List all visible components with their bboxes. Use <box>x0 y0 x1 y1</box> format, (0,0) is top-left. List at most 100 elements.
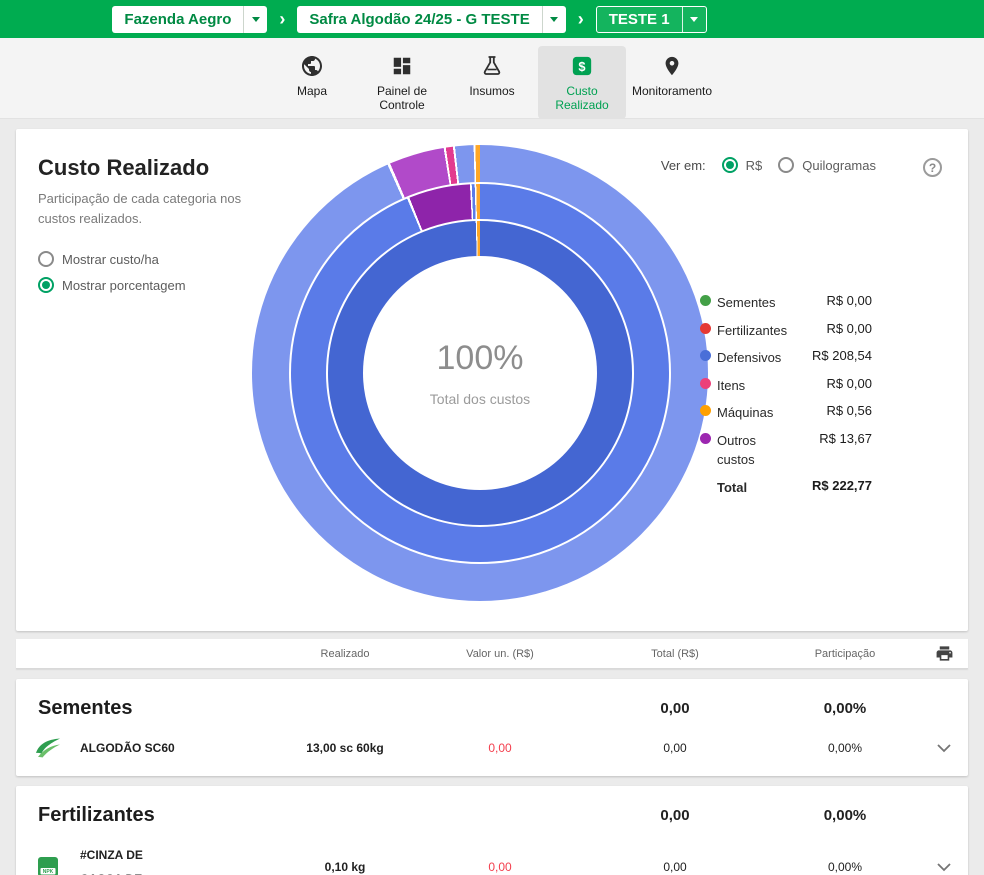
chart-legend: Sementes R$ 0,00 Fertilizantes R$ 0,00 D… <box>700 293 872 505</box>
column-participacao: Participação <box>770 648 920 660</box>
radio-quilogramas[interactable]: Quilogramas <box>778 157 876 173</box>
harvest-selector-label: Safra Algodão 24/25 - G TESTE <box>297 6 541 33</box>
legend-value: R$ 0,00 <box>826 376 872 391</box>
cost-table-header: Realizado Valor un. (R$) Total (R$) Part… <box>16 639 968 669</box>
item-name: #CINZA DE CASCA DE <box>80 843 185 875</box>
tab-label: Mapa <box>297 84 327 98</box>
tab-label: Custo Realizado <box>544 84 620 113</box>
tab-mapa[interactable]: Mapa <box>268 46 356 104</box>
group-card-fertilizantes: Fertilizantes 0,00 0,00% NPK #CINZA DE C… <box>16 786 968 875</box>
legend-label: Máquinas <box>717 403 773 423</box>
field-selector[interactable]: TESTE 1 <box>596 6 707 33</box>
help-icon[interactable]: ? <box>923 158 942 177</box>
radio-icon[interactable] <box>778 157 794 173</box>
tab-insumos[interactable]: Insumos <box>448 46 536 104</box>
group-participation: 0,00% <box>770 700 920 717</box>
item-unit-value: 0,00 <box>420 860 580 874</box>
legend-item-maquinas: Máquinas R$ 0,56 <box>700 403 872 423</box>
tab-label: Insumos <box>469 84 514 98</box>
group-title: Sementes <box>16 697 270 720</box>
breadcrumb: Fazenda Aegro › Safra Algodão 24/25 - G … <box>112 6 706 33</box>
dashboard-icon <box>391 53 413 79</box>
tab-monitoramento[interactable]: Monitoramento <box>628 46 716 104</box>
column-valor-unitario: Valor un. (R$) <box>420 648 580 660</box>
top-bar: Fazenda Aegro › Safra Algodão 24/25 - G … <box>0 0 984 38</box>
legend-item-sementes: Sementes R$ 0,00 <box>700 293 872 313</box>
item-unit-value: 0,00 <box>420 741 580 755</box>
globe-icon <box>300 53 324 79</box>
legend-total: Total R$ 222,77 <box>700 478 872 498</box>
display-mode-options: Mostrar custo/ha Mostrar porcentagem <box>38 251 186 293</box>
legend-label: Defensivos <box>717 348 781 368</box>
radio-reais[interactable]: R$ <box>722 157 763 173</box>
print-button[interactable] <box>920 644 968 663</box>
legend-item-outros-custos: Outros custos R$ 13,67 <box>700 431 872 470</box>
item-total: 0,00 <box>580 860 770 874</box>
group-total: 0,00 <box>580 807 770 824</box>
cost-chart-card: Custo Realizado Participação de cada cat… <box>16 129 968 631</box>
chevron-down-icon[interactable] <box>243 6 267 33</box>
expand-row-button[interactable] <box>920 863 968 872</box>
group-header: Sementes 0,00 0,00% <box>16 683 968 728</box>
legend-dot <box>700 350 711 361</box>
radio-mostrar-porcentagem[interactable]: Mostrar porcentagem <box>38 277 186 293</box>
legend-value: R$ 208,54 <box>812 348 872 363</box>
tab-label: Monitoramento <box>632 84 712 98</box>
item-participation: 0,00% <box>770 860 920 874</box>
legend-value: R$ 0,00 <box>826 321 872 336</box>
expand-row-button[interactable] <box>920 744 968 753</box>
radio-icon[interactable] <box>38 251 54 267</box>
column-total: Total (R$) <box>580 648 770 660</box>
radio-mostrar-custo-ha[interactable]: Mostrar custo/ha <box>38 251 186 267</box>
item-total: 0,00 <box>580 741 770 755</box>
group-header: Fertilizantes 0,00 0,00% <box>16 790 968 835</box>
harvest-selector[interactable]: Safra Algodão 24/25 - G TESTE <box>297 6 565 33</box>
legend-label: Outros custos <box>717 431 797 470</box>
legend-total-value: R$ 222,77 <box>812 478 872 493</box>
dollar-icon: $ <box>571 53 593 79</box>
legend-dot <box>700 433 711 444</box>
legend-label: Sementes <box>717 293 776 313</box>
legend-dot <box>700 378 711 389</box>
legend-label: Itens <box>717 376 745 396</box>
map-pin-icon <box>661 53 683 79</box>
donut-center-label: Total dos custos <box>430 391 530 407</box>
seedling-icon <box>16 737 80 759</box>
radio-icon[interactable] <box>38 277 54 293</box>
legend-dot <box>700 323 711 334</box>
group-total: 0,00 <box>580 700 770 717</box>
item-name: ALGODÃO SC60 <box>80 736 185 760</box>
legend-dot <box>700 295 711 306</box>
breadcrumb-separator-icon: › <box>578 10 584 28</box>
donut-center-value: 100% <box>437 339 524 378</box>
main-tabs: Mapa Painel de Controle Insumos $ Custo … <box>0 38 984 119</box>
group-title: Fertilizantes <box>16 804 270 827</box>
donut-chart: 100% Total dos custos <box>252 145 708 601</box>
farm-selector[interactable]: Fazenda Aegro <box>112 6 267 33</box>
legend-dot <box>700 405 711 416</box>
legend-item-fertilizantes: Fertilizantes R$ 0,00 <box>700 321 872 341</box>
chart-subtitle: Participação de cada categoria nos custo… <box>38 189 243 228</box>
farm-selector-label: Fazenda Aegro <box>112 6 243 33</box>
tab-painel-de-controle[interactable]: Painel de Controle <box>358 46 446 119</box>
column-realizado: Realizado <box>270 648 420 660</box>
table-row: ALGODÃO SC60 13,00 sc 60kg 0,00 0,00 0,0… <box>16 728 968 766</box>
radio-label: Mostrar porcentagem <box>62 278 186 293</box>
legend-label: Fertilizantes <box>717 321 787 341</box>
table-row: NPK #CINZA DE CASCA DE 0,10 kg 0,00 0,00… <box>16 835 968 875</box>
svg-text:$: $ <box>578 59 585 74</box>
tab-label: Painel de Controle <box>364 84 440 113</box>
item-participation: 0,00% <box>770 741 920 755</box>
radio-label: Mostrar custo/ha <box>62 252 159 267</box>
chevron-down-icon[interactable] <box>542 6 566 33</box>
legend-value: R$ 13,67 <box>819 431 872 446</box>
radio-icon[interactable] <box>722 157 738 173</box>
legend-item-defensivos: Defensivos R$ 208,54 <box>700 348 872 368</box>
item-realized: 0,10 kg <box>270 860 420 874</box>
chevron-down-icon[interactable] <box>682 7 706 32</box>
legend-total-label: Total <box>717 478 747 498</box>
donut-center: 100% Total dos custos <box>363 256 597 490</box>
svg-text:NPK: NPK <box>43 869 54 875</box>
tab-custo-realizado[interactable]: $ Custo Realizado <box>538 46 626 119</box>
radio-label: R$ <box>746 158 763 173</box>
